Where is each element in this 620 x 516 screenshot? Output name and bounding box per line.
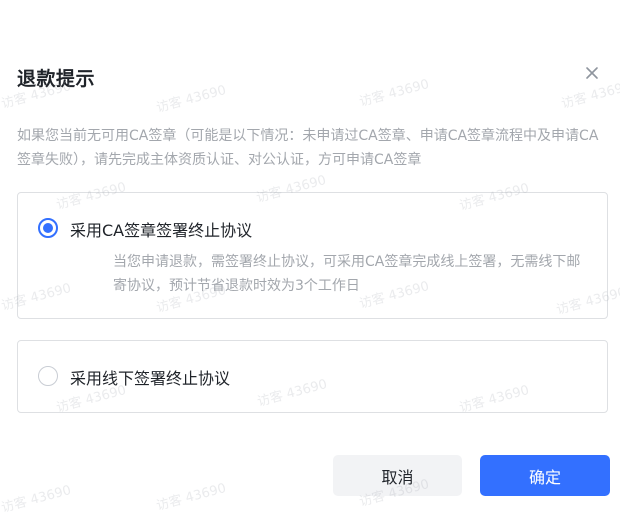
refund-dialog: 退款提示 如果您当前无可用CA签章（可能是以下情况：未申请过CA签章、申请CA签…: [0, 0, 620, 516]
watermark: 访客 43690: [0, 482, 73, 516]
radio-selected-icon[interactable]: [38, 218, 58, 238]
radio-unselected-icon[interactable]: [38, 366, 58, 386]
option-description: 当您申请退款，需签署终止协议，可采用CA签章完成线上签署，无需线下邮寄协议，预计…: [113, 254, 581, 294]
option-offline-signature[interactable]: 采用线下签署终止协议: [17, 340, 608, 413]
dialog-title: 退款提示: [17, 68, 96, 90]
cancel-button[interactable]: 取消: [333, 455, 462, 496]
dialog-description: 如果您当前无可用CA签章（可能是以下情况：未申请过CA签章、申请CA签章流程中及…: [17, 128, 599, 168]
watermark: 访客 43690: [154, 480, 228, 514]
option-ca-signature[interactable]: 采用CA签章签署终止协议 当您申请退款，需签署终止协议，可采用CA签章完成线上签…: [17, 192, 608, 319]
option-label: 采用线下签署终止协议: [70, 369, 231, 388]
close-icon[interactable]: [582, 63, 602, 83]
watermark: 访客 43690: [154, 82, 228, 116]
option-label: 采用CA签章签署终止协议: [70, 221, 253, 240]
confirm-button[interactable]: 确定: [480, 455, 610, 496]
watermark: 访客 43690: [357, 76, 431, 110]
